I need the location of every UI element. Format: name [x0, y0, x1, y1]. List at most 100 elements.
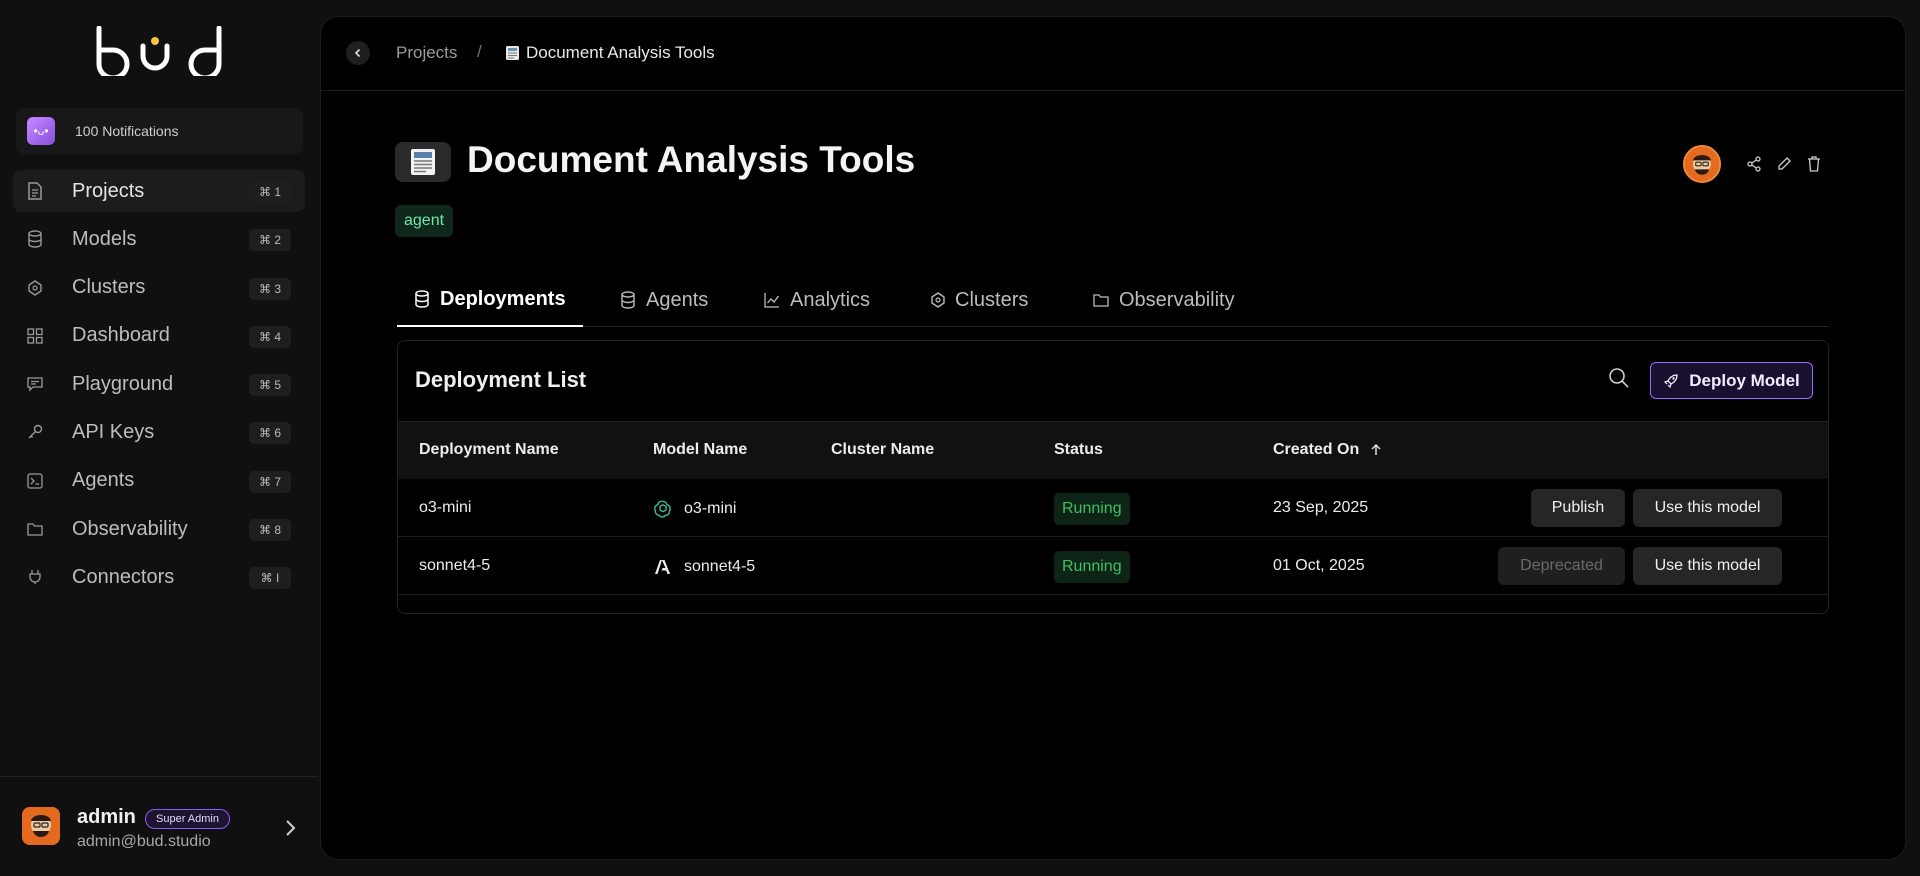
sidebar-item-models[interactable]: Models ⌘ 2	[13, 218, 305, 260]
tab-observability[interactable]: Observability	[1076, 273, 1252, 327]
sidebar-item-label: Clusters	[72, 276, 146, 299]
sidebar-item-label: Agents	[72, 469, 135, 492]
tab-label: Observability	[1119, 288, 1235, 311]
anthropic-icon	[653, 557, 673, 577]
grid-icon	[26, 327, 44, 345]
use-this-model-button[interactable]: Use this model	[1633, 489, 1782, 527]
model-name-cell: sonnet4-5	[653, 557, 755, 577]
tab-label: Agents	[646, 288, 709, 311]
edit-icon[interactable]	[1775, 155, 1793, 173]
sidebar-item-observability[interactable]: Observability ⌘ 8	[13, 508, 305, 550]
document-icon	[26, 182, 44, 200]
shortcut-badge: ⌘ I	[249, 567, 291, 590]
tab-label: Deployments	[440, 287, 566, 310]
plug-icon	[26, 568, 44, 586]
project-icon	[395, 142, 451, 182]
breadcrumb-current-label: Document Analysis Tools	[526, 43, 715, 62]
shortcut-badge: ⌘ 3	[249, 277, 291, 300]
sidebar-nav: Projects ⌘ 1 Models ⌘ 2 Clusters ⌘ 3 Das…	[13, 170, 305, 605]
rocket-icon	[1664, 373, 1678, 388]
notifications-label: 100 Notifications	[75, 123, 179, 139]
deploy-model-button[interactable]: Deploy Model	[1650, 362, 1813, 399]
tab-analytics[interactable]: Analytics	[747, 273, 887, 327]
terminal-icon	[26, 472, 44, 490]
sidebar-item-label: API Keys	[72, 420, 155, 443]
folder-icon	[1093, 291, 1111, 309]
sidebar-item-label: Connectors	[72, 565, 175, 588]
project-tag: agent	[395, 205, 454, 237]
sidebar-item-connectors[interactable]: Connectors ⌘ I	[13, 556, 305, 598]
breadcrumb-separator: /	[477, 42, 482, 61]
back-button[interactable]	[346, 41, 370, 65]
sort-ascending-icon	[1371, 443, 1381, 455]
chevron-left-icon	[354, 48, 361, 58]
column-header-cluster-name[interactable]: Cluster Name	[831, 441, 934, 459]
publish-button[interactable]: Publish	[1531, 489, 1625, 527]
status-badge: Running	[1054, 493, 1130, 525]
column-header-status[interactable]: Status	[1054, 441, 1103, 459]
column-header-label: Created On	[1273, 441, 1360, 458]
sidebar-item-agents[interactable]: Agents ⌘ 7	[13, 460, 305, 502]
header-actions	[1683, 145, 1823, 183]
key-icon	[26, 423, 44, 441]
tab-bar: Deployments Agents Analytics Clusters Ob…	[397, 273, 1829, 327]
sidebar-item-label: Projects	[72, 179, 145, 202]
notification-avatar-icon: •ᴗ•	[27, 117, 55, 145]
trash-icon[interactable]	[1805, 155, 1823, 173]
tab-label: Clusters	[955, 288, 1029, 311]
sidebar-item-clusters[interactable]: Clusters ⌘ 3	[13, 267, 305, 309]
shortcut-badge: ⌘ 1	[249, 181, 291, 203]
use-this-model-button[interactable]: Use this model	[1633, 547, 1782, 585]
sidebar-item-label: Observability	[72, 517, 188, 540]
newspaper-icon	[411, 149, 435, 175]
deployment-name-cell[interactable]: o3-mini	[419, 499, 471, 517]
bud-logo[interactable]	[95, 26, 225, 76]
deployment-list-card: Deployment List Deploy Model Deployment …	[397, 340, 1829, 614]
shortcut-badge: ⌘ 4	[249, 325, 291, 348]
section-title: Deployment List	[415, 367, 587, 392]
shortcut-badge: ⌘ 7	[249, 470, 291, 493]
deploy-model-label: Deploy Model	[1689, 370, 1800, 390]
topbar: Projects / Document Analysis Tools	[321, 17, 1905, 91]
breadcrumb-projects[interactable]: Projects	[396, 43, 457, 63]
sidebar-item-playground[interactable]: Playground ⌘ 5	[13, 363, 305, 405]
sidebar-item-dashboard[interactable]: Dashboard ⌘ 4	[13, 315, 305, 357]
newspaper-icon	[506, 46, 519, 60]
status-badge: Running	[1054, 551, 1130, 583]
shortcut-badge: ⌘ 6	[249, 422, 291, 445]
created-on-cell: 23 Sep, 2025	[1273, 499, 1369, 516]
sidebar-item-api-keys[interactable]: API Keys ⌘ 6	[13, 411, 305, 453]
column-header-model-name[interactable]: Model Name	[653, 441, 747, 459]
user-email: admin@bud.studio	[77, 833, 211, 850]
app-root: •ᴗ• 100 Notifications Projects ⌘ 1 Model…	[0, 0, 1920, 876]
tab-agents[interactable]: Agents	[603, 273, 725, 327]
cluster-icon	[26, 279, 44, 297]
created-on-cell: 01 Oct, 2025	[1273, 557, 1365, 574]
shortcut-badge: ⌘ 5	[249, 374, 291, 397]
shortcut-badge: ⌘ 2	[249, 229, 291, 252]
deployment-name-cell[interactable]: sonnet4-5	[419, 557, 490, 575]
column-header-created-on[interactable]: Created On	[1273, 441, 1383, 459]
chevron-right-icon[interactable]	[278, 816, 302, 840]
share-icon[interactable]	[1745, 155, 1763, 173]
tab-clusters[interactable]: Clusters	[912, 273, 1045, 327]
sidebar-item-label: Models	[72, 227, 137, 250]
shortcut-badge: ⌘ 8	[249, 519, 291, 542]
model-name-cell: o3-mini	[653, 499, 736, 519]
page-title: Document Analysis Tools	[467, 139, 916, 180]
deprecated-button[interactable]: Deprecated	[1498, 547, 1625, 585]
avatar[interactable]	[1683, 145, 1721, 183]
chart-icon	[764, 291, 782, 309]
user-profile[interactable]: admin Super Admin admin@bud.studio	[22, 806, 302, 854]
column-header-deployment-name[interactable]: Deployment Name	[419, 441, 559, 459]
folder-icon	[26, 520, 44, 538]
chat-icon	[26, 375, 44, 393]
notifications-button[interactable]: •ᴗ• 100 Notifications	[16, 108, 303, 154]
search-icon[interactable]	[1608, 367, 1632, 391]
sidebar-item-projects[interactable]: Projects ⌘ 1	[13, 170, 305, 212]
avatar	[22, 807, 60, 845]
cluster-icon	[929, 291, 947, 309]
table-header: Deployment Name Model Name Cluster Name …	[398, 421, 1828, 479]
tab-deployments[interactable]: Deployments	[397, 273, 583, 327]
model-name-label: sonnet4-5	[684, 558, 756, 575]
